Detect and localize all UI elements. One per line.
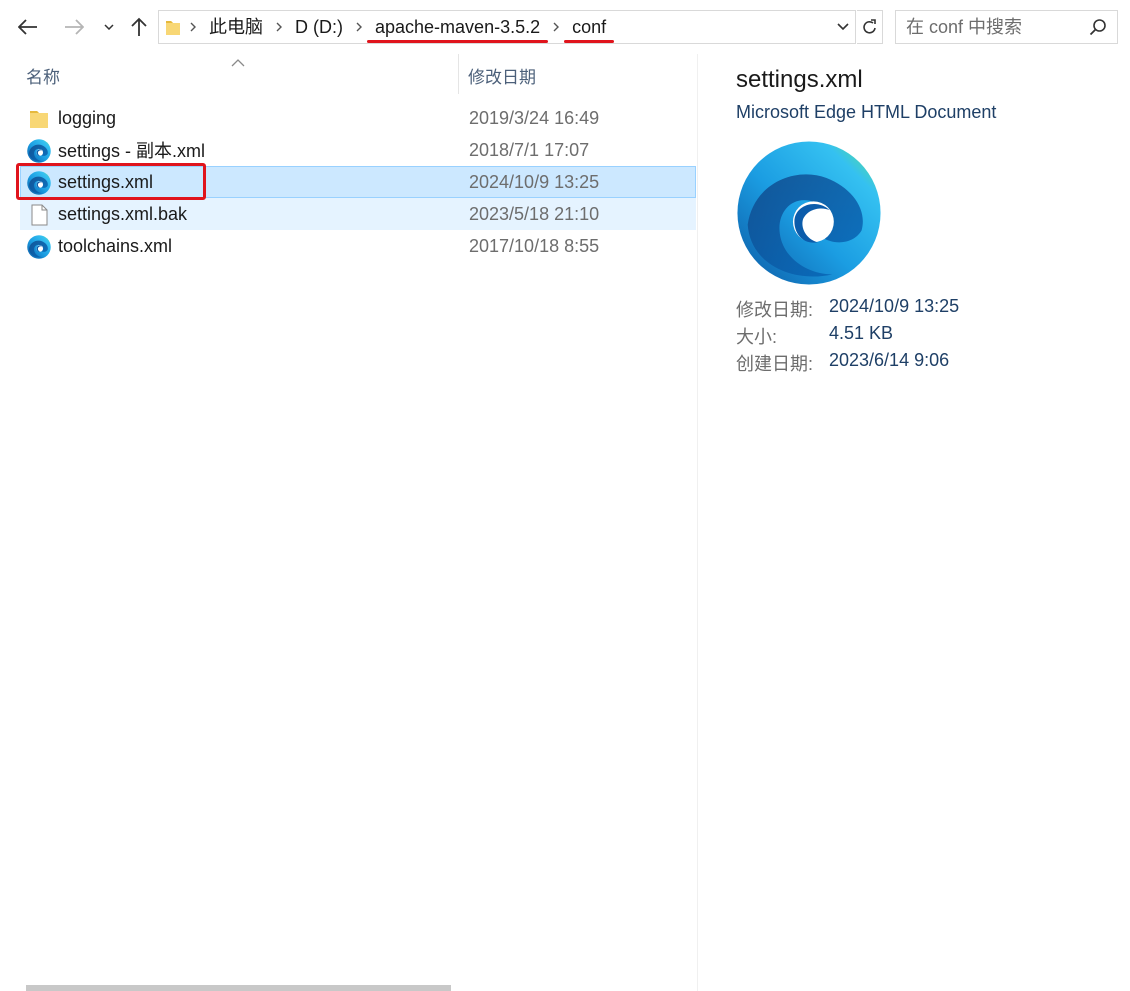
navigation-bar: 此电脑 D (D:) apache-maven-3.5.2 conf: [0, 0, 1130, 54]
search-icon[interactable]: [1089, 18, 1107, 41]
list-item-selected[interactable]: settings.xml 2024/10/9 13:25: [20, 166, 696, 198]
file-date: 2018/7/1 17:07: [469, 139, 590, 160]
forward-button[interactable]: [56, 8, 92, 46]
arrow-left-icon: [18, 19, 37, 35]
details-title: settings.xml: [736, 66, 863, 93]
arrow-up-icon: [131, 17, 147, 36]
file-name: toolchains.xml: [58, 235, 173, 256]
breadcrumb-this-pc[interactable]: 此电脑: [203, 10, 269, 44]
list-item-hovered[interactable]: settings.xml.bak 2023/5/18 21:10: [20, 198, 696, 230]
file-date: 2024/10/9 13:25: [469, 171, 600, 192]
file-name: settings.xml: [58, 171, 154, 192]
file-date: 2023/5/18 21:10: [469, 203, 600, 224]
edge-icon: [27, 171, 51, 195]
property-value: 2024/10/9 13:25: [829, 296, 960, 316]
property-value: 4.51 KB: [829, 323, 894, 343]
address-dropdown-button[interactable]: [831, 11, 855, 43]
chevron-down-icon: [837, 23, 849, 31]
list-item[interactable]: toolchains.xml 2017/10/18 8:55: [20, 230, 696, 262]
breadcrumb-drive-d[interactable]: D (D:): [289, 10, 349, 44]
search-box[interactable]: [895, 10, 1118, 44]
breadcrumb-conf[interactable]: conf: [564, 10, 615, 44]
sort-ascending-icon: [231, 54, 245, 72]
folder-icon: [165, 17, 183, 37]
property-label: 修改日期:: [736, 300, 814, 320]
list-item[interactable]: settings - 副本.xml 2018/7/1 17:07: [20, 134, 696, 166]
chevron-right-icon[interactable]: [183, 22, 203, 32]
details-file-type: Microsoft Edge HTML Document: [736, 102, 997, 122]
chevron-right-icon[interactable]: [269, 22, 289, 32]
column-header-name[interactable]: 名称: [26, 63, 60, 88]
property-label: 创建日期:: [736, 354, 814, 374]
horizontal-scrollbar[interactable]: [26, 985, 451, 991]
arrow-right-icon: [65, 19, 84, 35]
file-icon: [27, 203, 51, 227]
up-button[interactable]: [124, 8, 154, 46]
file-name: settings - 副本.xml: [58, 141, 206, 161]
column-header-date-modified[interactable]: 修改日期: [468, 63, 536, 88]
file-list: 名称 修改日期 logging 2019/3/24 16:49 settings…: [0, 54, 697, 991]
edge-icon: [27, 139, 51, 163]
refresh-icon: [862, 19, 876, 34]
file-name: logging: [58, 107, 117, 128]
recent-locations-button[interactable]: [96, 8, 122, 46]
file-date: 2019/3/24 16:49: [469, 107, 600, 128]
refresh-button[interactable]: [857, 10, 883, 44]
chevron-down-icon: [104, 24, 114, 30]
edge-icon: [27, 235, 51, 259]
search-input[interactable]: [906, 16, 1086, 38]
list-item[interactable]: logging 2019/3/24 16:49: [20, 102, 696, 134]
file-name: settings.xml.bak: [58, 203, 188, 224]
chevron-right-icon[interactable]: [349, 22, 369, 32]
column-headers: 名称 修改日期: [0, 54, 697, 94]
chevron-right-icon[interactable]: [546, 22, 566, 32]
details-pane: settings.xml Microsoft Edge HTML Documen…: [698, 54, 1130, 991]
breadcrumb-apache-maven[interactable]: apache-maven-3.5.2: [366, 10, 549, 44]
file-date: 2017/10/18 8:55: [469, 235, 600, 256]
address-bar[interactable]: 此电脑 D (D:) apache-maven-3.5.2 conf: [158, 10, 856, 44]
column-divider[interactable]: [458, 54, 459, 94]
edge-logo-icon: [736, 140, 882, 286]
property-label: 大小:: [736, 327, 778, 347]
back-button[interactable]: [10, 8, 46, 46]
property-value: 2023/6/14 9:06: [829, 350, 950, 370]
folder-icon: [27, 107, 51, 131]
file-rows: logging 2019/3/24 16:49 settings - 副本.xm…: [20, 102, 696, 262]
